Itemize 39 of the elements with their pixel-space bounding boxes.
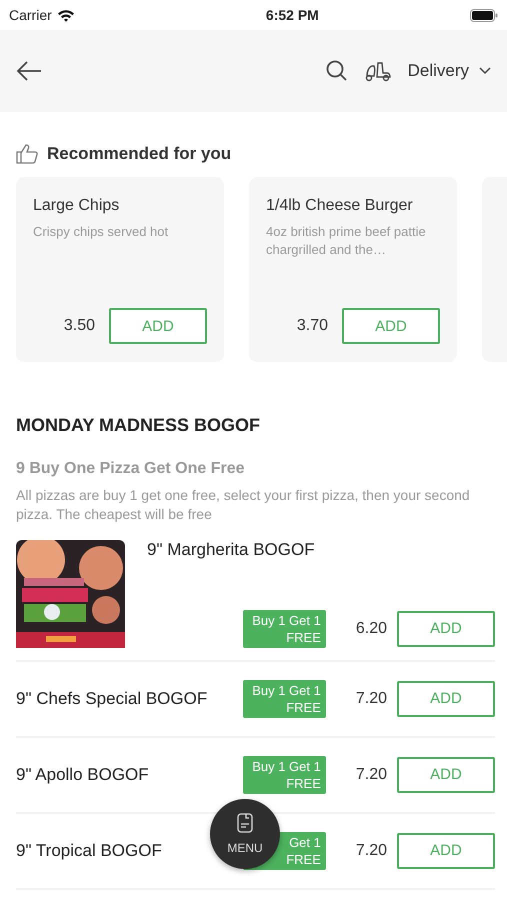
add-button[interactable]: ADD bbox=[397, 756, 495, 793]
offer-badge: Buy 1 Get 1 FREE bbox=[242, 610, 326, 648]
category-description: All pizzas are buy 1 get one free, select your first pizza, then your second pizza. The cheapest will be free bbox=[15, 486, 471, 524]
add-button[interactable]: ADD bbox=[109, 308, 207, 344]
item-price: 7.20 bbox=[356, 690, 387, 708]
item-price: 7.20 bbox=[356, 842, 387, 860]
offer-badge: Buy 1 Get 1 FREE bbox=[242, 680, 326, 718]
product-description: Crispy chips served hot bbox=[33, 223, 170, 241]
product-price: 3.70 bbox=[296, 317, 328, 335]
search-icon[interactable] bbox=[326, 60, 348, 82]
thumbs-up-icon bbox=[16, 144, 38, 164]
chevron-down-icon bbox=[479, 67, 491, 75]
menu-button[interactable]: MENU bbox=[210, 799, 280, 869]
add-button[interactable]: ADD bbox=[397, 680, 495, 717]
product-price: 3.50 bbox=[64, 317, 95, 335]
product-card[interactable]: 1/4lb Cheese Burger 4oz british prime beef pattie chargrilled and the… 3.70 ADD bbox=[249, 177, 457, 362]
section-heading: Recommended for you bbox=[47, 144, 232, 164]
category-heading: MONDAY MADNESS BOGOF bbox=[15, 415, 262, 436]
item-price: 7.20 bbox=[356, 766, 387, 784]
product-name: 1/4lb Cheese Burger bbox=[266, 197, 414, 215]
category-subtitle: 9 Buy One Pizza Get One Free bbox=[15, 460, 246, 478]
back-arrow-icon[interactable] bbox=[16, 61, 42, 81]
wifi-icon bbox=[56, 8, 75, 22]
item-price: 6.20 bbox=[356, 620, 387, 638]
add-button[interactable]: ADD bbox=[342, 308, 440, 344]
add-button[interactable]: ADD bbox=[397, 832, 495, 869]
offer-badge: Buy 1 Get 1 FREE bbox=[242, 756, 326, 794]
product-card[interactable]: Large Chips Crispy chips served hot 3.50 ADD bbox=[16, 177, 224, 362]
delivery-dropdown[interactable]: Delivery bbox=[408, 61, 491, 81]
product-description: 4oz british prime beef pattie chargrilled and the… bbox=[266, 223, 427, 259]
menu-item-name: 9" Chefs Special BOGOF bbox=[16, 688, 208, 709]
menu-item-name: 9" Margherita BOGOF bbox=[147, 540, 316, 560]
carrier-label: Carrier bbox=[9, 7, 52, 23]
product-name: Large Chips bbox=[33, 197, 120, 215]
status-time: 6:52 PM bbox=[266, 7, 319, 23]
battery-icon bbox=[470, 8, 498, 22]
menu-card-icon bbox=[237, 813, 253, 833]
add-button[interactable]: ADD bbox=[397, 610, 495, 647]
menu-item-name: 9" Apollo BOGOF bbox=[16, 764, 150, 785]
